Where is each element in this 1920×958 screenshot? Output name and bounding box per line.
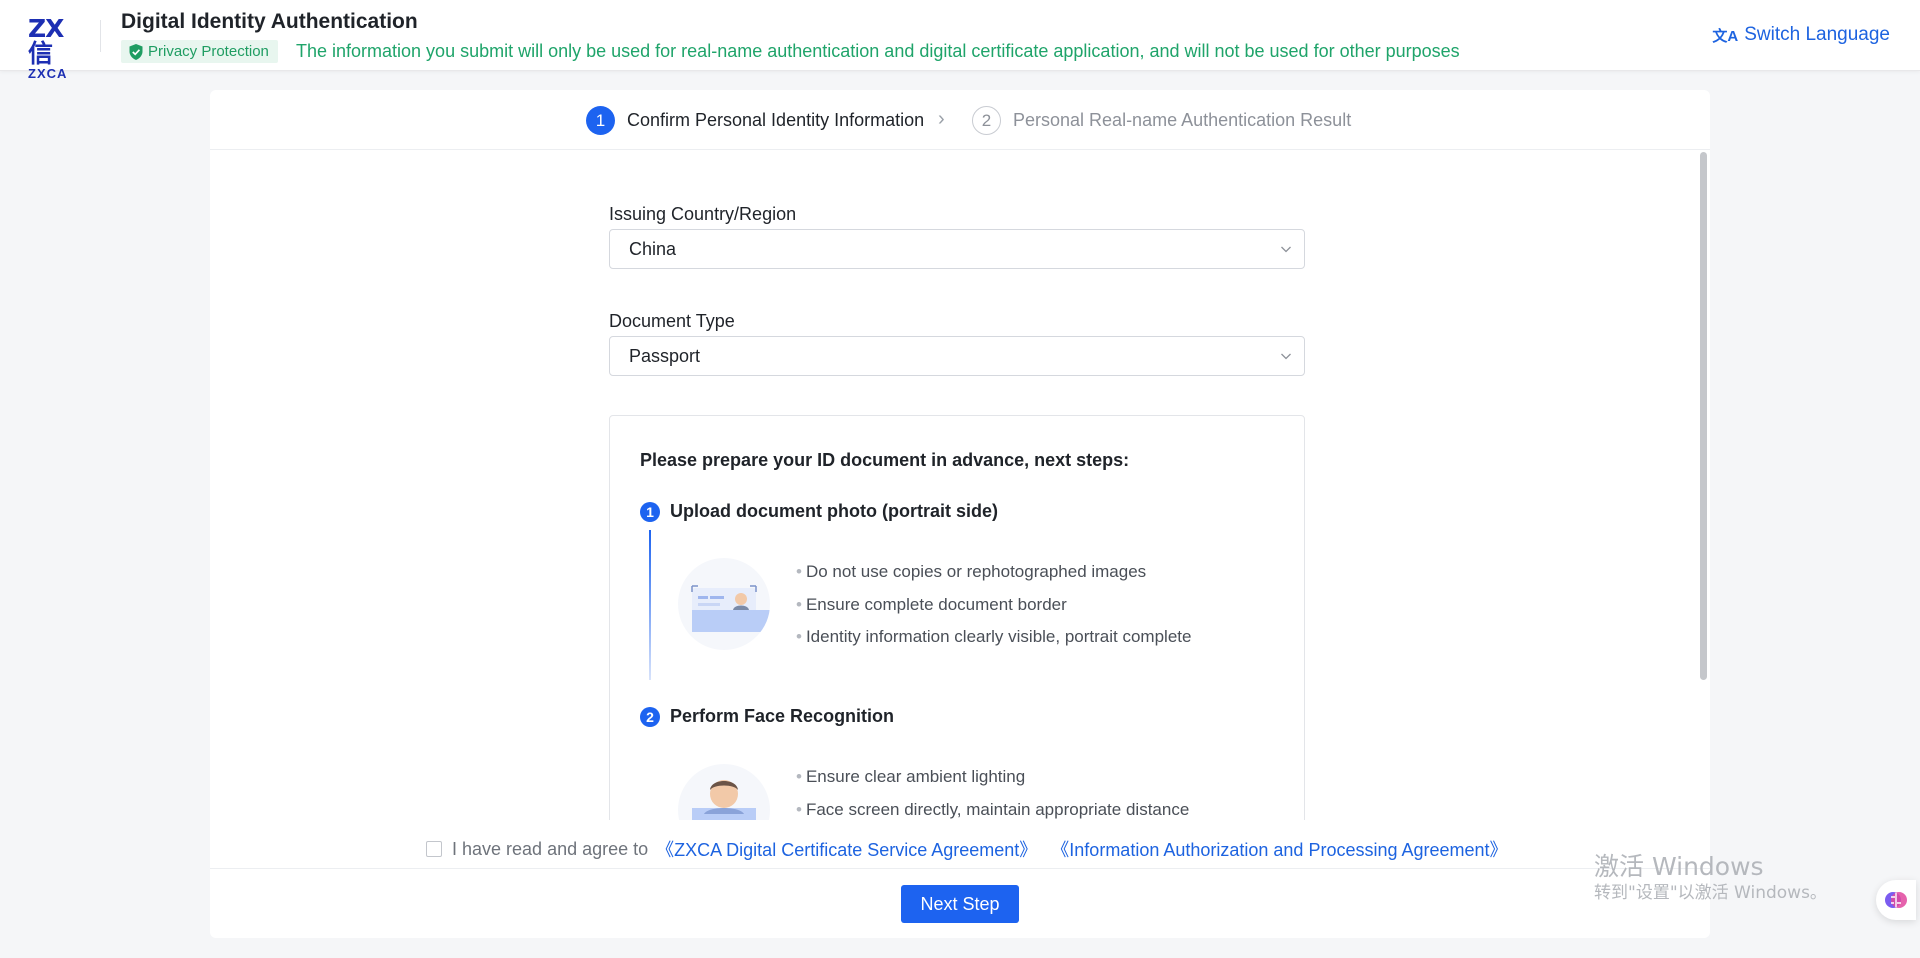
progress-steps: 1 Confirm Personal Identity Information … — [210, 90, 1710, 150]
prep-step-2-bullet-1: Ensure clear ambient lighting — [796, 767, 1025, 787]
page-title: Digital Identity Authentication — [121, 10, 418, 33]
main-card: 1 Confirm Personal Identity Information … — [210, 90, 1710, 938]
preparation-title: Please prepare your ID document in advan… — [640, 450, 1130, 470]
document-type-select[interactable]: Passport — [609, 336, 1305, 376]
privacy-notice: The information you submit will only be … — [296, 41, 1460, 61]
watermark-line-1: 激活 Windows — [1594, 852, 1764, 881]
country-label: Issuing Country/Region — [609, 204, 797, 224]
face-icon — [692, 780, 756, 820]
step-1-label: Confirm Personal Identity Information — [627, 110, 925, 130]
step-1: 1 Confirm Personal Identity Information — [586, 106, 924, 135]
prep-step-1-badge: 1 — [640, 502, 660, 522]
chevron-down-icon — [1281, 353, 1291, 360]
privacy-badge: Privacy Protection — [121, 40, 278, 63]
service-agreement-link[interactable]: 《ZXCA Digital Certificate Service Agreem… — [656, 836, 1037, 862]
step-1-number: 1 — [586, 106, 615, 135]
timeline-line — [649, 530, 651, 680]
header-divider — [100, 20, 101, 52]
authorization-agreement-link[interactable]: 《Information Authorization and Processin… — [1051, 836, 1507, 862]
assistant-float-button[interactable] — [1876, 880, 1916, 920]
agreement-checkbox[interactable] — [426, 841, 442, 857]
form-scroll-area[interactable]: Issuing Country/Region China Document Ty… — [210, 151, 1710, 820]
footer-divider — [210, 868, 1710, 869]
prep-step-1-bullet-1: Do not use copies or rephotographed imag… — [796, 562, 1146, 582]
agreement-row: I have read and agree to 《ZXCA Digital C… — [426, 836, 1522, 862]
id-card-icon — [691, 585, 770, 632]
chevron-down-icon — [1281, 246, 1291, 253]
next-step-button[interactable]: Next Step — [901, 885, 1019, 923]
country-value: China — [629, 238, 677, 259]
country-select[interactable]: China — [609, 229, 1305, 269]
brain-icon — [1885, 892, 1907, 908]
zxca-logo: ZX信 ZXCA — [28, 16, 82, 81]
step-2-label: Personal Real-name Authentication Result — [1013, 110, 1352, 130]
preparation-box: Please prepare your ID document in advan… — [609, 415, 1305, 820]
logo-cn-text: ZX信 — [28, 14, 64, 68]
vertical-scrollbar[interactable] — [1700, 152, 1707, 680]
switch-language-label: Switch Language — [1744, 24, 1890, 45]
doctype-value: Passport — [629, 345, 701, 366]
prep-step-1-bullet-3: Identity information clearly visible, po… — [796, 627, 1192, 647]
prep-step-2-title: Perform Face Recognition — [670, 706, 895, 726]
prep-step-1-title: Upload document photo (portrait side) — [670, 501, 998, 521]
prep-step-2-badge: 2 — [640, 707, 660, 727]
step-2: 2 Personal Real-name Authentication Resu… — [972, 106, 1351, 135]
prep-step-2-bullet-2: Face screen directly, maintain appropria… — [796, 800, 1189, 820]
watermark-line-2: 转到"设置"以激活 Windows。 — [1594, 883, 1827, 903]
top-header: ZX信 ZXCA Digital Identity Authentication… — [0, 0, 1920, 81]
privacy-badge-label: Privacy Protection — [148, 43, 269, 60]
document-photo-illustration — [678, 558, 770, 650]
chevron-right-icon: › — [938, 108, 945, 130]
shield-check-icon — [129, 43, 143, 60]
logo-en-text: ZXCA — [28, 66, 68, 81]
face-recognition-illustration — [678, 764, 770, 820]
windows-activation-watermark: 激活 Windows 转到"设置"以激活 Windows。 — [1594, 852, 1827, 904]
doctype-label: Document Type — [609, 311, 735, 331]
switch-language-button[interactable]: 文A Switch Language — [1712, 24, 1890, 46]
agreement-text: I have read and agree to — [452, 838, 649, 859]
prep-step-1-bullet-2: Ensure complete document border — [796, 595, 1067, 615]
step-2-number: 2 — [972, 106, 1001, 135]
translate-icon: 文A — [1712, 27, 1739, 45]
